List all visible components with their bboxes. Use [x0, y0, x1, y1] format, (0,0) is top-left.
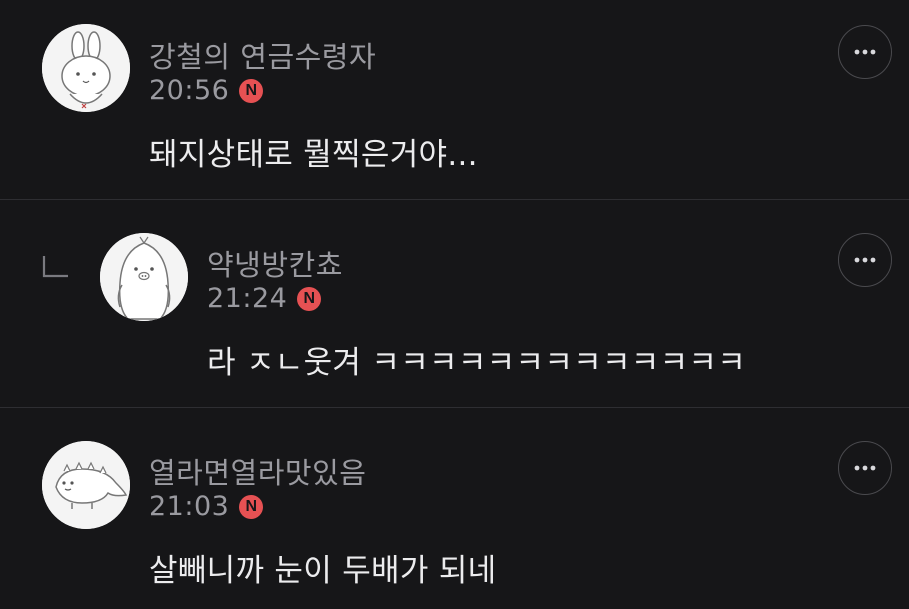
- reply-arrow-icon: [42, 256, 68, 278]
- more-dots-icon: [854, 465, 876, 471]
- new-badge-icon: N: [239, 494, 264, 519]
- comment-list: 강철의 연금수령자 20:56 N 돼지상태로 뭘찍은거야... 약냉방칸쵸 2…: [0, 0, 909, 609]
- comment-item: 강철의 연금수령자 20:56 N 돼지상태로 뭘찍은거야...: [0, 0, 909, 199]
- comment-time: 21:03: [149, 491, 230, 522]
- comment-text: 살빼니까 눈이 두배가 되네: [149, 553, 497, 589]
- comment-author[interactable]: 강철의 연금수령자: [149, 34, 376, 76]
- new-badge-icon: N: [239, 78, 264, 103]
- reply-comment-item: 약냉방칸쵸 21:24 N 라 ㅈㄴ웃겨 ㅋㅋㅋㅋㅋㅋㅋㅋㅋㅋㅋㅋㅋ: [0, 200, 909, 407]
- comment-author[interactable]: 약냉방칸쵸: [207, 242, 343, 284]
- comment-text: 돼지상태로 뭘찍은거야...: [149, 137, 478, 173]
- comment-item: 열라면열라맛있음 21:03 N 살빼니까 눈이 두배가 되네: [0, 408, 909, 609]
- bunny-avatar-icon[interactable]: [42, 24, 130, 112]
- comment-meta: 21:03 N: [149, 491, 264, 522]
- more-options-button[interactable]: [838, 25, 892, 79]
- comment-time: 20:56: [149, 75, 230, 106]
- dinosaur-avatar-icon[interactable]: [42, 441, 130, 529]
- comment-text: 라 ㅈㄴ웃겨 ㅋㅋㅋㅋㅋㅋㅋㅋㅋㅋㅋㅋㅋ: [207, 345, 747, 381]
- comment-meta: 21:24 N: [207, 283, 322, 314]
- comment-time: 21:24: [207, 283, 288, 314]
- more-dots-icon: [854, 49, 876, 55]
- more-options-button[interactable]: [838, 233, 892, 287]
- new-badge-icon: N: [297, 286, 322, 311]
- more-dots-icon: [854, 257, 876, 263]
- more-options-button[interactable]: [838, 441, 892, 495]
- comment-meta: 20:56 N: [149, 75, 264, 106]
- comment-author[interactable]: 열라면열라맛있음: [149, 450, 366, 492]
- penguin-avatar-icon[interactable]: [100, 233, 188, 321]
